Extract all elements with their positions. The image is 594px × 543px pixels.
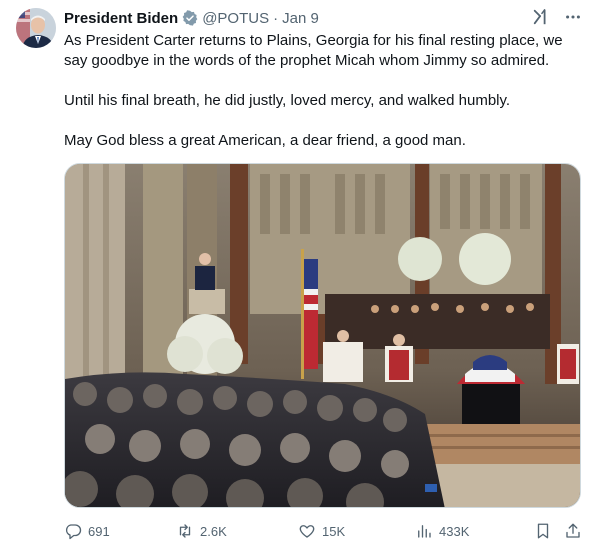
reply-icon	[65, 524, 82, 540]
bookmark-icon	[537, 523, 549, 539]
views-count: 433K	[439, 523, 470, 539]
avatar-photo	[16, 8, 56, 48]
tweet-header: President Biden @POTUS · Jan 9	[64, 8, 582, 28]
avatar[interactable]	[16, 8, 56, 48]
grok-icon[interactable]	[532, 8, 550, 26]
views-button[interactable]: 433K	[415, 522, 469, 540]
tweet-photo[interactable]	[64, 163, 581, 508]
more-icon[interactable]	[564, 8, 582, 26]
tweet-text: As President Carter returns to Plains, G…	[64, 31, 582, 151]
cathedral-funeral-image	[65, 164, 580, 507]
share-button[interactable]	[564, 522, 582, 540]
separator: ·	[273, 9, 279, 27]
bookmark-button[interactable]	[534, 522, 552, 540]
reply-button[interactable]: 691	[64, 522, 110, 540]
like-count: 15K	[322, 523, 346, 539]
tweet-actions: 691 2.6K 15K 433K	[64, 520, 582, 542]
repost-icon	[179, 524, 191, 538]
views-icon	[418, 525, 431, 538]
tweet-paragraph: As President Carter returns to Plains, G…	[64, 32, 563, 69]
header-actions	[532, 8, 582, 26]
tweet-paragraph: Until his final breath, he did justly, l…	[64, 92, 511, 109]
tweet-date[interactable]: Jan 9	[282, 10, 319, 27]
reply-count: 691	[88, 523, 110, 539]
repost-button[interactable]: 2.6K	[176, 522, 227, 540]
repost-count: 2.6K	[200, 523, 227, 539]
tweet-paragraph: May God bless a great American, a dear f…	[64, 132, 466, 149]
tweet[interactable]: President Biden @POTUS · Jan 9 As Presid…	[0, 0, 594, 543]
author-name[interactable]: President Biden	[64, 10, 178, 27]
share-icon	[566, 523, 580, 538]
author-handle[interactable]: @POTUS	[202, 10, 269, 27]
like-button[interactable]: 15K	[298, 522, 345, 540]
verified-badge-icon[interactable]	[182, 10, 198, 26]
heart-icon	[299, 525, 315, 538]
